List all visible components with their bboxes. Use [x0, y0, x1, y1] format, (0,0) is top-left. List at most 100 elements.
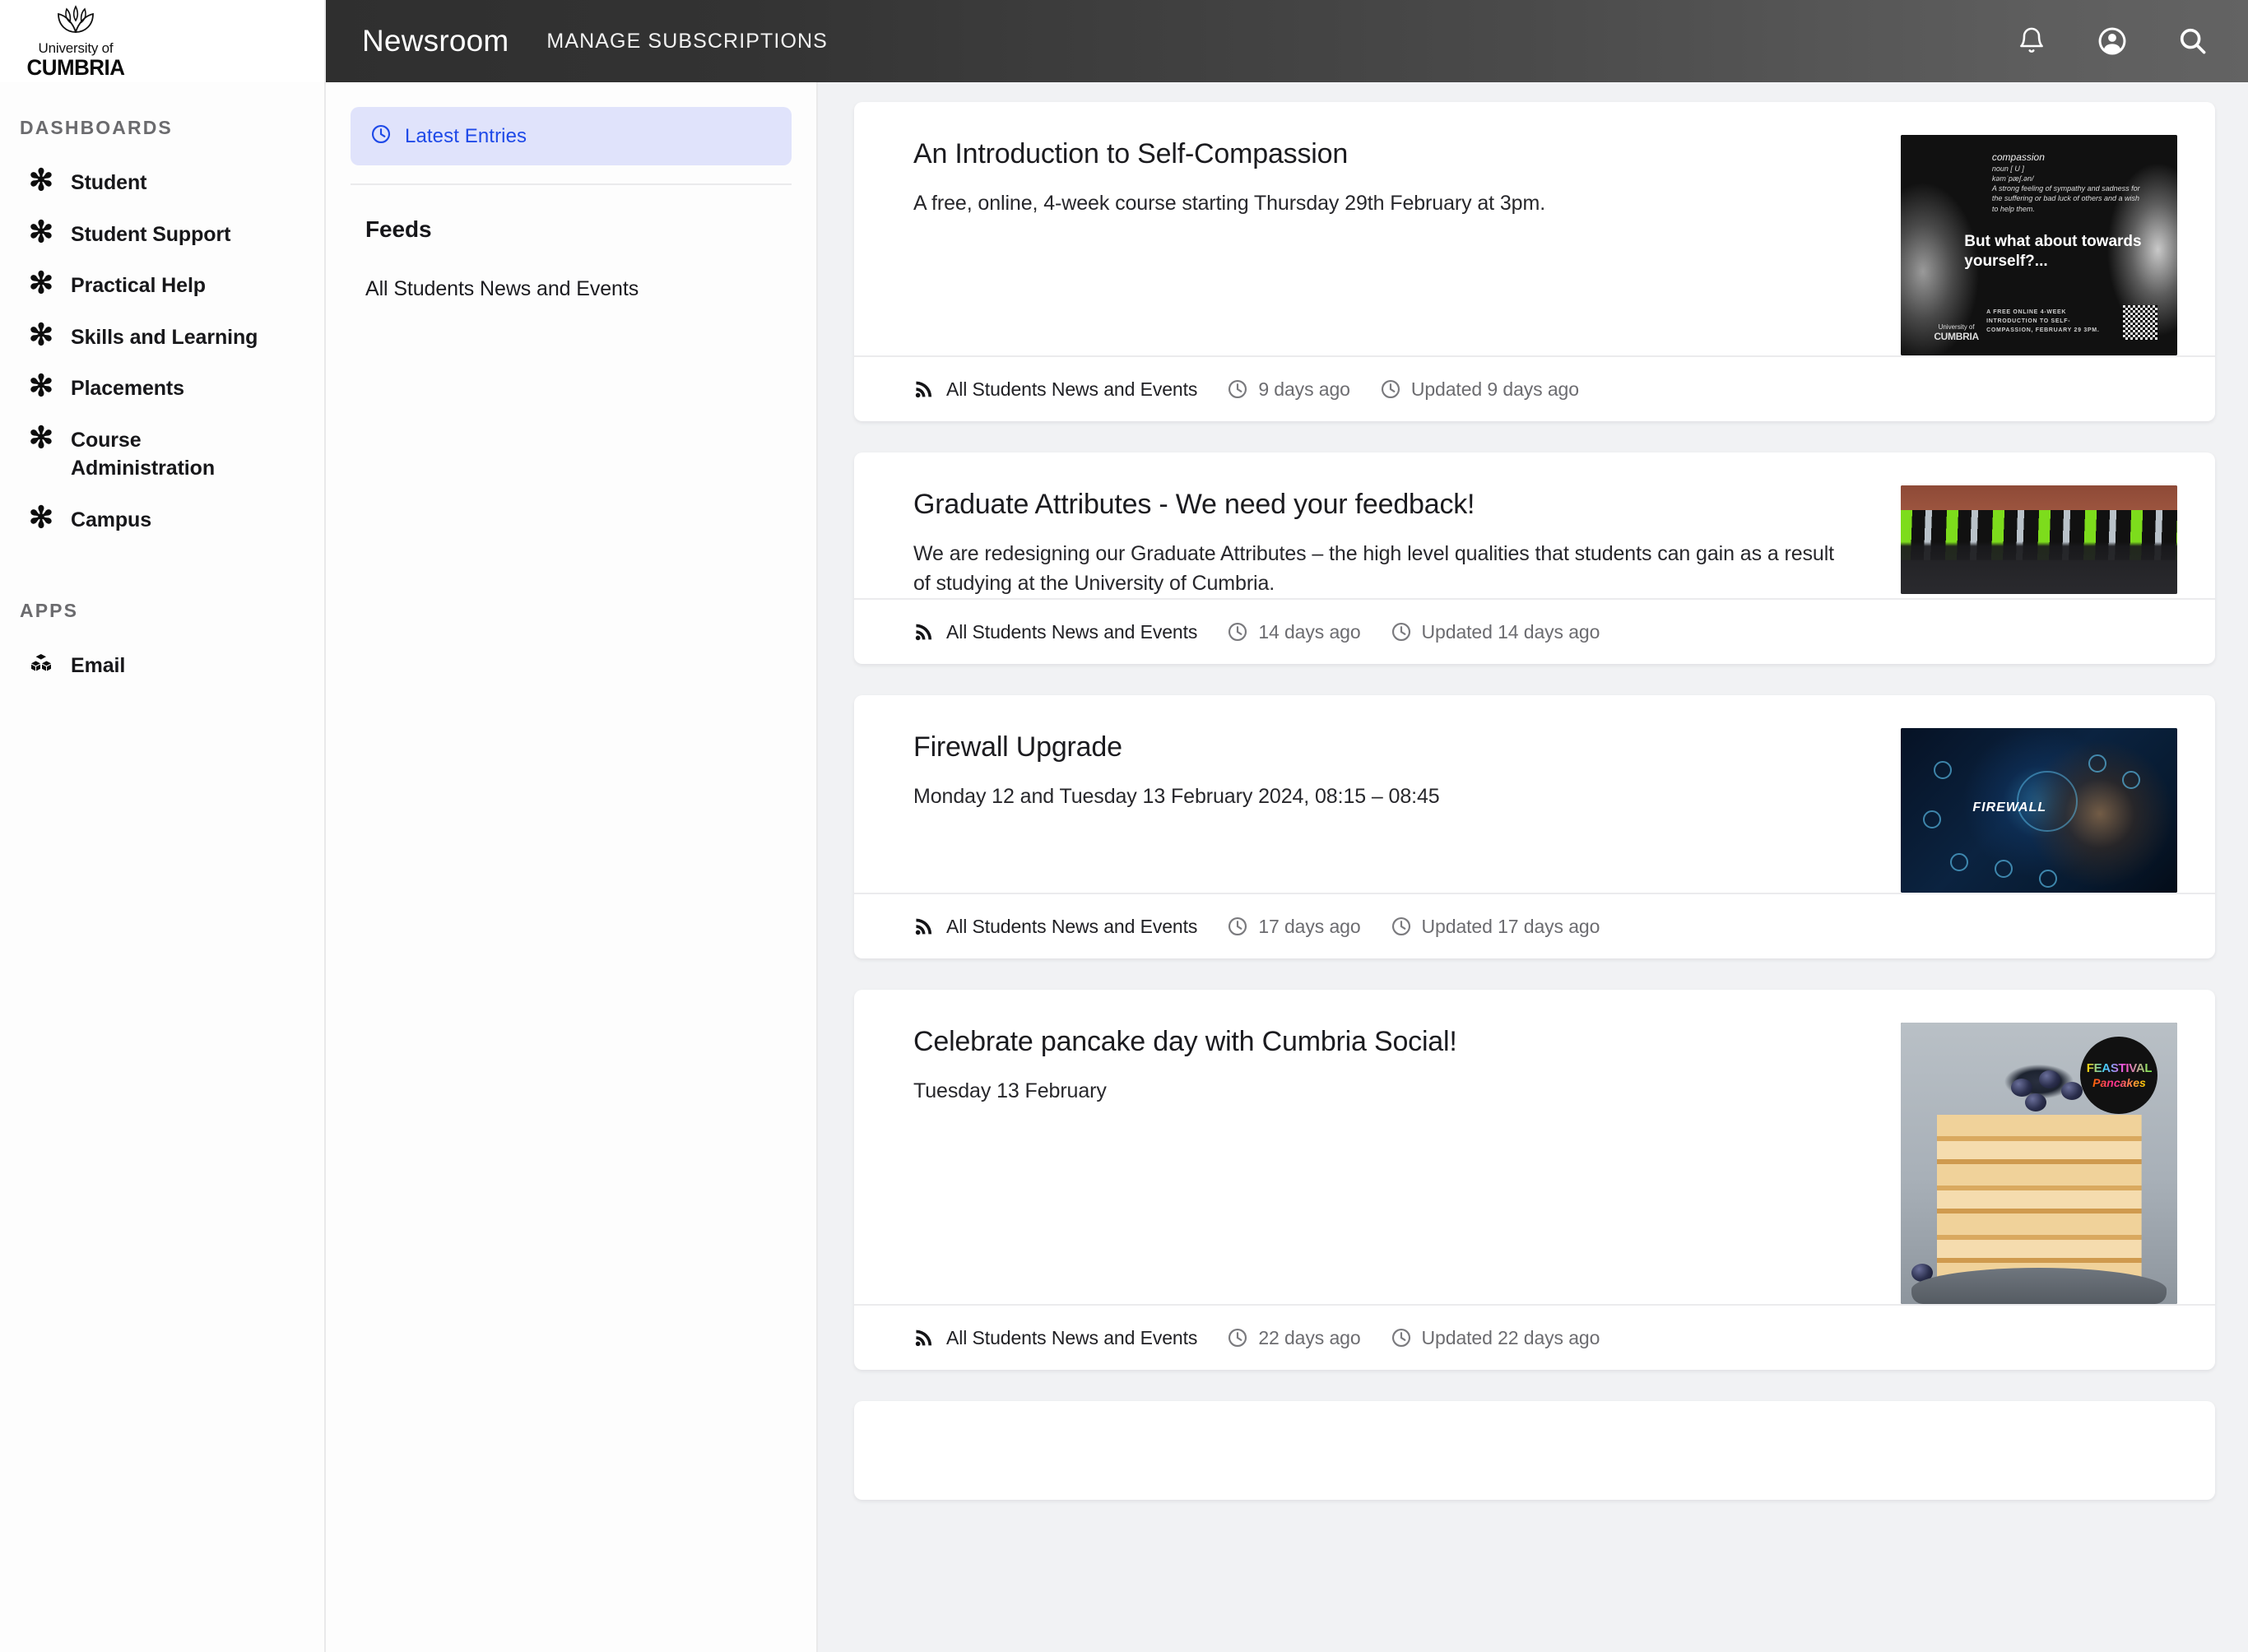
thumb-logo-line1: University of: [1938, 323, 1975, 331]
thumb-def-text: A strong feeling of sympathy and sadness…: [1991, 184, 2140, 213]
feeds-divider: [351, 183, 792, 185]
sidebar-item-student[interactable]: ✻ Student: [0, 157, 324, 209]
article-description: Tuesday 13 February: [913, 1079, 1107, 1102]
clock-icon: [1227, 378, 1248, 400]
app-root: University of CUMBRIA DASHBOARDS ✻ Stude…: [0, 0, 2248, 1652]
clock-icon: [1391, 621, 1412, 643]
notifications-bell-icon[interactable]: [2006, 16, 2057, 67]
article-feed-link[interactable]: All Students News and Events: [913, 1327, 1197, 1349]
article-updated-text: Updated 9 days ago: [1410, 378, 1579, 400]
article-card[interactable]: Graduate Attributes - We need your feedb…: [854, 452, 2215, 664]
article-meta: All Students News and Events 17 days ago: [854, 893, 2215, 958]
asterisk-icon: ✻: [28, 420, 54, 454]
article-feed-name: All Students News and Events: [946, 915, 1198, 937]
article-text: Graduate Attributes - We need your feedb…: [913, 485, 1876, 598]
sidebar-item-skills-and-learning[interactable]: ✻ Skills and Learning: [0, 312, 324, 364]
article-body: An Introduction to Self-Compassion A fre…: [913, 135, 2177, 355]
sidebar-item-student-support[interactable]: ✻ Student Support: [0, 209, 324, 261]
self-compassion-poster[interactable]: compassion noun [ U ] kəmˈpæʃ.ən/ A stro…: [1901, 135, 2177, 355]
article-title[interactable]: Graduate Attributes - We need your feedb…: [913, 487, 1876, 522]
article-feed-name: All Students News and Events: [946, 378, 1198, 400]
asterisk-icon: ✻: [28, 266, 54, 299]
article-updated: Updated 9 days ago: [1380, 378, 1579, 401]
main-sidebar: University of CUMBRIA DASHBOARDS ✻ Stude…: [0, 0, 326, 1652]
logo-line-cumbria: CUMBRIA: [26, 54, 125, 80]
article-body: Celebrate pancake day with Cumbria Socia…: [913, 1023, 2177, 1304]
article-published-text: 14 days ago: [1258, 620, 1361, 643]
article-description: We are redesigning our Graduate Attribut…: [913, 541, 1834, 595]
article-feed-link[interactable]: All Students News and Events: [913, 916, 1197, 938]
article-card[interactable]: Firewall Upgrade Monday 12 and Tuesday 1…: [854, 695, 2215, 958]
latest-entries-button[interactable]: Latest Entries: [351, 107, 792, 165]
article-stream: An Introduction to Self-Compassion A fre…: [818, 82, 2248, 1652]
thumb-logo-line2: CUMBRIA: [1934, 330, 1979, 342]
cubes-icon: [30, 652, 53, 676]
article-text: An Introduction to Self-Compassion A fre…: [913, 135, 1876, 218]
sidebar-item-email[interactable]: Email: [0, 640, 324, 692]
article-text: Firewall Upgrade Monday 12 and Tuesday 1…: [913, 728, 1876, 811]
sidebar-item-label: Course Administration: [71, 428, 215, 480]
article-text: Celebrate pancake day with Cumbria Socia…: [913, 1023, 1876, 1106]
app-title: Newsroom: [362, 24, 509, 58]
article-title[interactable]: Celebrate pancake day with Cumbria Socia…: [913, 1024, 1876, 1060]
latest-entries-label: Latest Entries: [405, 124, 527, 147]
thumb-def-pos: noun [ U ]: [1991, 164, 2024, 173]
article-meta: All Students News and Events 14 days ago: [854, 598, 2215, 664]
plate-shape: [1911, 1268, 2167, 1304]
rss-icon: [913, 1327, 935, 1348]
article-body: Graduate Attributes - We need your feedb…: [913, 485, 2177, 598]
sidebar-item-campus[interactable]: ✻ Campus: [0, 494, 324, 546]
logo-line-university: University of: [38, 39, 114, 56]
article-updated-text: Updated 17 days ago: [1421, 915, 1600, 937]
article-title[interactable]: Firewall Upgrade: [913, 730, 1876, 765]
clock-icon: [1227, 916, 1248, 937]
main-region: Newsroom MANAGE SUBSCRIPTIONS Latest Ent…: [326, 0, 2248, 1652]
article-card[interactable]: An Introduction to Self-Compassion A fre…: [854, 102, 2215, 421]
article-updated: Updated 14 days ago: [1391, 621, 1600, 643]
badge-line1: FEASTIVAL: [2086, 1061, 2153, 1076]
thumb-def-phon: kəmˈpæʃ.ən/: [1991, 174, 2034, 183]
thumb-def-word: compassion: [1991, 151, 2045, 163]
firewall-network-photo[interactable]: FIREWALL: [1901, 728, 2177, 893]
feed-item-all-students-news-and-events[interactable]: All Students News and Events: [365, 277, 792, 301]
clock-icon: [1391, 1327, 1412, 1348]
top-navigation-bar: Newsroom MANAGE SUBSCRIPTIONS: [326, 0, 2248, 82]
graduation-procession-photo[interactable]: [1901, 485, 2177, 594]
article-published-text: 22 days ago: [1258, 1326, 1361, 1348]
badge-line2: Pancakes: [2092, 1076, 2146, 1090]
sidebar-item-label: Placements: [71, 377, 184, 400]
article-published: 14 days ago: [1227, 620, 1361, 643]
sidebar-item-course-administration[interactable]: ✻ Course Administration: [0, 415, 324, 494]
qr-code-icon: [2123, 305, 2158, 341]
thumb-footer-text: A FREE ONLINE 4-WEEK INTRODUCTION TO SEL…: [1986, 309, 2100, 334]
nav-manage-subscriptions[interactable]: MANAGE SUBSCRIPTIONS: [546, 30, 828, 53]
article-title[interactable]: An Introduction to Self-Compassion: [913, 137, 1876, 172]
rss-icon: [913, 378, 935, 400]
sidebar-item-practical-help[interactable]: ✻ Practical Help: [0, 260, 324, 312]
article-feed-name: All Students News and Events: [946, 620, 1198, 643]
pancake-stack-photo[interactable]: FEASTIVAL Pancakes: [1901, 1023, 2177, 1304]
article-description: A free, online, 4-week course starting T…: [913, 191, 1546, 215]
article-card[interactable]: Celebrate pancake day with Cumbria Socia…: [854, 990, 2215, 1370]
asterisk-icon: ✻: [28, 317, 54, 351]
user-account-icon[interactable]: [2087, 16, 2138, 67]
clock-icon: [370, 123, 392, 149]
university-logo[interactable]: University of CUMBRIA: [0, 0, 324, 82]
content-split: Latest Entries Feeds All Students News a…: [326, 82, 2248, 1652]
rss-icon: [913, 621, 935, 643]
rss-icon: [913, 916, 935, 937]
search-icon[interactable]: [2167, 16, 2218, 67]
sidebar-section-apps-title: APPS: [20, 600, 79, 621]
article-feed-link[interactable]: All Students News and Events: [913, 621, 1197, 643]
article-card-partial[interactable]: [854, 1401, 2215, 1500]
sidebar-item-placements[interactable]: ✻ Placements: [0, 363, 324, 415]
article-published: 9 days ago: [1227, 378, 1350, 401]
feeds-panel: Latest Entries Feeds All Students News a…: [326, 82, 818, 1652]
sidebar-item-label: Campus: [71, 508, 152, 531]
thumb-definition: compassion noun [ U ] kəmˈpæʃ.ən/ A stro…: [1992, 151, 2147, 214]
asterisk-icon: ✻: [28, 369, 54, 402]
sidebar-item-label: Student: [71, 171, 147, 194]
sidebar-item-label: Student Support: [71, 222, 231, 246]
feeds-heading: Feeds: [365, 216, 432, 242]
article-feed-link[interactable]: All Students News and Events: [913, 378, 1197, 401]
